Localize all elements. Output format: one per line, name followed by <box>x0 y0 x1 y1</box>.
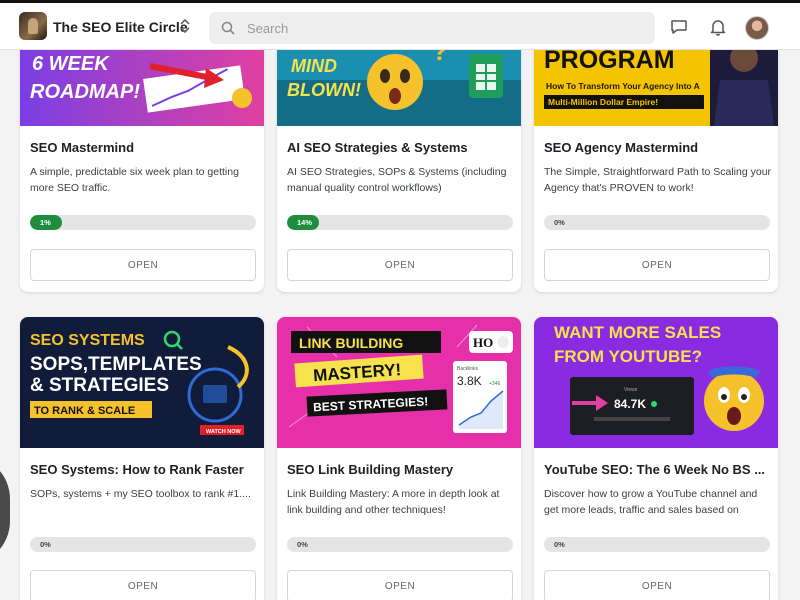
bell-icon[interactable] <box>708 17 728 37</box>
course-card[interactable]: PROGRAM How To Transform Your Agency Int… <box>534 20 778 292</box>
progress-label: 0% <box>40 540 51 549</box>
thumb-line: PROGRAM <box>544 46 675 74</box>
course-title[interactable]: AI SEO Strategies & Systems <box>287 140 515 155</box>
course-thumbnail[interactable]: WANT MORE SALES FROM YOUTUBE? Views 84.7… <box>534 317 778 448</box>
course-description: A simple, predictable six week plan to g… <box>30 166 239 194</box>
thumb-line: Multi-Million Dollar Empire! <box>548 97 658 107</box>
thumb-line: How To Transform Your Agency Into A <box>546 81 700 91</box>
open-course-button[interactable]: OPEN <box>544 249 770 281</box>
course-description: Discover how to grow a YouTube channel a… <box>544 488 758 516</box>
thumb-line: HO <box>473 335 493 350</box>
open-course-button[interactable]: OPEN <box>287 249 513 281</box>
course-title[interactable]: SEO Agency Mastermind <box>544 140 772 155</box>
thumb-line: ROADMAP! <box>30 81 140 103</box>
progress-label: 0% <box>554 540 565 549</box>
thumb-line: SOPS,TEMPLATES <box>30 354 202 375</box>
thumb-line: & STRATEGIES <box>30 375 169 396</box>
group-logo[interactable] <box>19 12 47 40</box>
thumb-line: LINK BUILDING <box>299 335 403 351</box>
progress-label: 14% <box>297 218 313 227</box>
course-thumbnail[interactable]: LINK BUILDING MASTERY! BEST STRATEGIES! … <box>277 317 521 448</box>
course-card[interactable]: WANT MORE SALES FROM YOUTUBE? Views 84.7… <box>534 317 778 600</box>
thumb-line: +346 <box>489 381 500 387</box>
course-card[interactable]: SEO SYSTEMS SOPS,TEMPLATES & STRATEGIES … <box>20 317 264 600</box>
progress-label: 0% <box>297 540 308 549</box>
progress-bar: 14% <box>287 215 513 230</box>
course-description: The Simple, Straightforward Path to Scal… <box>544 166 772 194</box>
thumb-line: 84.7K <box>614 397 646 411</box>
course-card[interactable]: LINK BUILDING MASTERY! BEST STRATEGIES! … <box>277 317 521 600</box>
open-course-button[interactable]: OPEN <box>30 570 256 600</box>
course-description: Link Building Mastery: A more in depth l… <box>287 488 500 516</box>
open-course-button[interactable]: OPEN <box>544 570 770 600</box>
search-input[interactable] <box>247 12 647 44</box>
chat-icon[interactable] <box>669 17 689 37</box>
switcher-chevrons-icon[interactable] <box>176 17 194 37</box>
top-bar: The SEO Elite Circle <box>0 0 800 50</box>
progress-label: 0% <box>554 218 565 227</box>
thumb-line: WANT MORE SALES <box>554 323 721 342</box>
progress-bar: 0% <box>30 537 256 552</box>
thumb-line: FROM YOUTUBE? <box>554 347 702 366</box>
progress-bar: 0% <box>544 215 770 230</box>
thumb-line: SEO SYSTEMS <box>30 332 145 349</box>
thumb-line: Backlinks <box>457 366 479 372</box>
course-description: AI SEO Strategies, SOPs & Systems (inclu… <box>287 166 507 194</box>
thumb-line: WATCH NOW <box>206 429 242 435</box>
thumb-line: 6 WEEK <box>32 53 110 75</box>
thumb-line: Views <box>624 387 638 393</box>
course-title[interactable]: SEO Mastermind <box>30 140 258 155</box>
course-title[interactable]: SEO Systems: How to Rank Faster <box>30 462 258 477</box>
thumb-line: MIND <box>291 56 337 76</box>
progress-bar: 1% <box>30 215 256 230</box>
user-avatar[interactable] <box>745 16 769 40</box>
thumb-line: TO RANK & SCALE <box>34 405 135 417</box>
open-course-button[interactable]: OPEN <box>287 570 513 600</box>
course-title[interactable]: YouTube SEO: The 6 Week No BS ... <box>544 462 772 477</box>
progress-bar: 0% <box>287 537 513 552</box>
open-course-button[interactable]: OPEN <box>30 249 256 281</box>
progress-bar: 0% <box>544 537 770 552</box>
progress-label: 1% <box>40 218 51 227</box>
search-icon <box>221 21 235 35</box>
course-card[interactable]: 6 WEEK ROADMAP! SEO Mastermind A simple,… <box>20 20 264 292</box>
group-name[interactable]: The SEO Elite Circle <box>53 19 188 35</box>
course-description: SOPs, systems + my SEO toolbox to rank #… <box>30 488 251 500</box>
search-bar[interactable] <box>209 12 655 44</box>
overlay-cursor-blob <box>0 455 10 565</box>
course-card[interactable]: ? MIND BLOWN! AI SEO Strategies & System… <box>277 20 521 292</box>
course-thumbnail[interactable]: SEO SYSTEMS SOPS,TEMPLATES & STRATEGIES … <box>20 317 264 448</box>
thumb-line: 3.8K <box>457 374 482 388</box>
course-title[interactable]: SEO Link Building Mastery <box>287 462 515 477</box>
thumb-line: BLOWN! <box>287 80 361 100</box>
